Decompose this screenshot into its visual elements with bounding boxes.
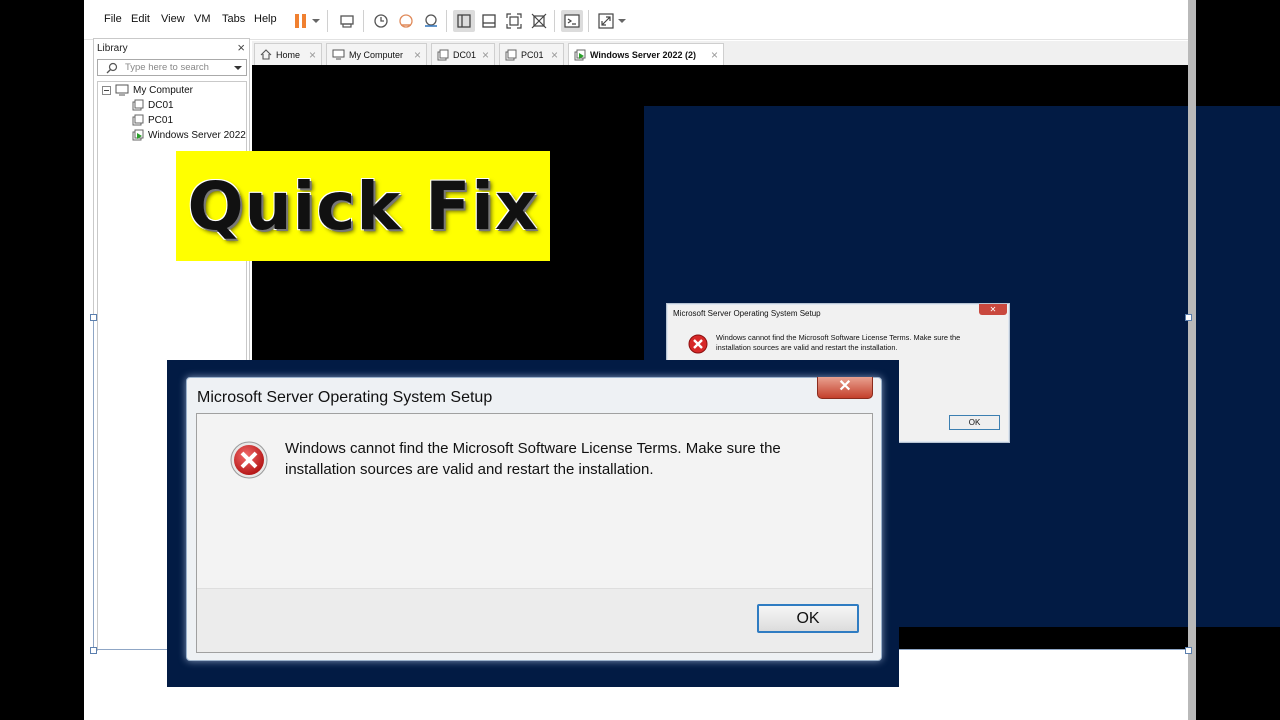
library-close-button[interactable]: × xyxy=(237,40,245,55)
vm-icon xyxy=(505,49,517,60)
tab-dc01[interactable]: DC01 × xyxy=(431,43,495,65)
dialog-title: Microsoft Server Operating System Setup xyxy=(673,309,821,318)
tab-label: PC01 xyxy=(521,49,544,60)
ok-button[interactable]: OK xyxy=(757,604,859,633)
toolbar-separator xyxy=(588,10,589,32)
send-keys-icon[interactable] xyxy=(336,10,358,32)
library-search-box[interactable] xyxy=(97,59,247,76)
stretch-icon[interactable] xyxy=(595,10,617,32)
dropdown-icon[interactable] xyxy=(616,10,628,32)
tab-pc01[interactable]: PC01 × xyxy=(499,43,564,65)
screenshot-stage: File Edit View VM Tabs Help Library × Ty… xyxy=(0,0,1280,720)
menu-vm[interactable]: VM xyxy=(194,13,211,25)
dialog-title: Microsoft Server Operating System Setup xyxy=(197,389,493,406)
console-icon[interactable] xyxy=(561,10,583,32)
tree-node-pc01[interactable]: PC01 xyxy=(132,114,173,126)
dialog-message: Windows cannot find the Microsoft Softwa… xyxy=(716,333,961,352)
setup-error-dialog: Microsoft Server Operating System Setup … xyxy=(186,377,882,661)
dialog-close-button[interactable]: ✕ xyxy=(979,304,1007,315)
menu-edit[interactable]: Edit xyxy=(131,13,150,25)
chevron-down-icon[interactable] xyxy=(234,65,242,71)
pause-icon[interactable] xyxy=(290,10,312,32)
tree-label: Windows Server 2022 xyxy=(148,129,246,141)
snapshot-manager-icon[interactable] xyxy=(420,10,442,32)
home-icon xyxy=(260,49,272,60)
vm-icon xyxy=(132,99,144,111)
tree-node-windows-server-2022[interactable]: Windows Server 2022 xyxy=(132,129,246,141)
toolbar-separator xyxy=(363,10,364,32)
menu-help[interactable]: Help xyxy=(254,13,277,25)
vm-running-icon xyxy=(574,49,586,60)
menubar: File Edit View VM Tabs Help xyxy=(84,0,1188,40)
tab-windows-server-2022[interactable]: Windows Server 2022 (2) × xyxy=(568,43,724,65)
tree-node-dc01[interactable]: DC01 xyxy=(132,99,174,111)
tab-home[interactable]: Home × xyxy=(254,43,322,65)
vm-icon xyxy=(132,114,144,126)
tab-bar: Home × My Computer × DC01 × PC01 × Windo… xyxy=(252,41,1188,65)
tab-label: Home xyxy=(276,49,301,60)
dropdown-icon[interactable] xyxy=(310,10,322,32)
tab-label: My Computer xyxy=(349,49,404,60)
menu-view[interactable]: View xyxy=(161,13,185,25)
tab-label: DC01 xyxy=(453,49,477,60)
revert-snapshot-icon[interactable] xyxy=(395,10,417,32)
search-icon xyxy=(106,62,118,74)
dialog-message: Windows cannot find the Microsoft Softwa… xyxy=(285,440,781,478)
menu-tabs[interactable]: Tabs xyxy=(222,13,245,25)
snapshot-icon[interactable] xyxy=(370,10,392,32)
tab-close-icon[interactable]: × xyxy=(482,48,489,62)
tree-label: DC01 xyxy=(148,99,174,111)
menu-file[interactable]: File xyxy=(104,13,122,25)
tree-node-my-computer[interactable]: My Computer xyxy=(102,84,193,96)
resize-handle[interactable] xyxy=(90,647,97,654)
library-view-icon[interactable] xyxy=(453,10,475,32)
dialog-close-button[interactable]: ✕ xyxy=(817,377,873,399)
full-screen-icon[interactable] xyxy=(503,10,525,32)
toolbar-separator xyxy=(327,10,328,32)
toolbar-separator xyxy=(446,10,447,32)
tab-close-icon[interactable]: × xyxy=(414,48,421,62)
vm-icon xyxy=(437,49,449,60)
dialog-footer: OK xyxy=(197,588,872,652)
tab-label: Windows Server 2022 (2) xyxy=(590,49,696,60)
error-icon xyxy=(688,334,708,354)
library-search-input[interactable] xyxy=(125,61,225,74)
toolbar-separator xyxy=(554,10,555,32)
library-title: Library xyxy=(97,43,128,54)
tree-label: My Computer xyxy=(133,84,194,96)
collapse-icon[interactable] xyxy=(102,85,111,95)
tab-close-icon[interactable]: × xyxy=(309,48,316,62)
resize-handle[interactable] xyxy=(1185,647,1192,654)
dialog-body: Windows cannot find the Microsoft Softwa… xyxy=(196,413,873,653)
tab-my-computer[interactable]: My Computer × xyxy=(326,43,427,65)
computer-icon xyxy=(115,84,129,96)
window-scrollbar[interactable] xyxy=(1188,0,1196,720)
resize-handle[interactable] xyxy=(90,314,97,321)
unity-icon[interactable] xyxy=(528,10,550,32)
quick-fix-text: Quick Fix xyxy=(187,167,539,245)
tab-close-icon[interactable]: × xyxy=(711,48,718,62)
zoomed-dialog-panel: Microsoft Server Operating System Setup … xyxy=(167,360,899,687)
tab-close-icon[interactable]: × xyxy=(551,48,558,62)
ok-button[interactable]: OK xyxy=(949,415,1000,430)
resize-handle[interactable] xyxy=(1185,314,1192,321)
vm-running-icon xyxy=(132,129,144,141)
error-icon xyxy=(230,441,268,479)
tree-label: PC01 xyxy=(148,114,174,126)
dialog-content: Windows cannot find the Microsoft Softwa… xyxy=(197,414,872,588)
quick-fix-banner: Quick Fix xyxy=(176,151,550,261)
thumbnail-view-icon[interactable] xyxy=(478,10,500,32)
computer-icon xyxy=(332,49,345,60)
